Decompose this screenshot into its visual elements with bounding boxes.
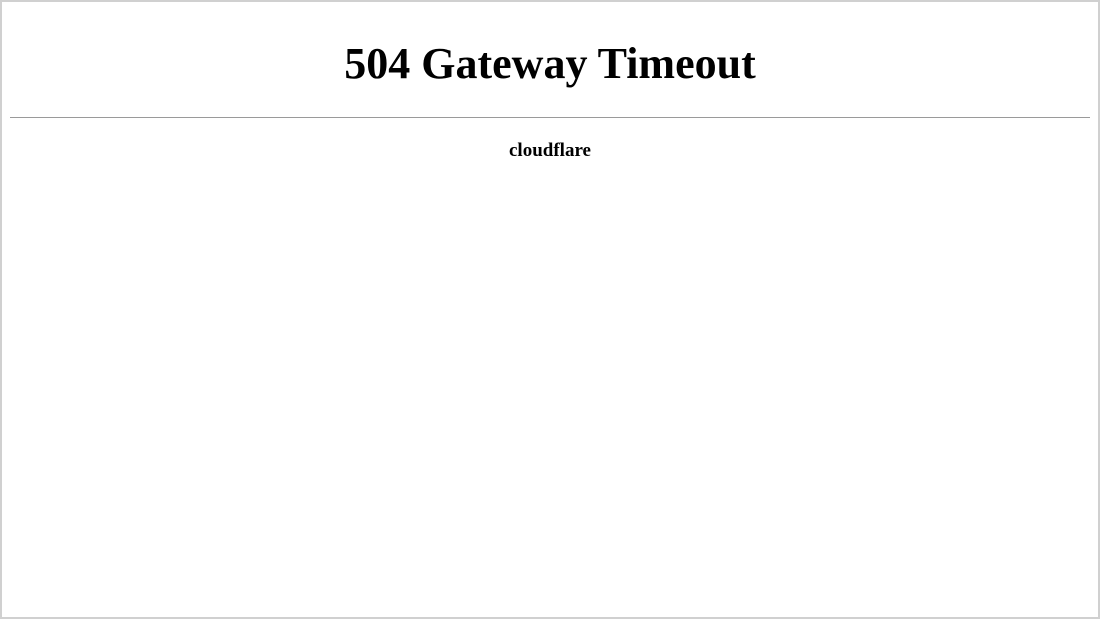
error-heading: 504 Gateway Timeout <box>10 38 1090 89</box>
error-page: 504 Gateway Timeout cloudflare <box>2 2 1098 170</box>
provider-label: cloudflare <box>10 140 1090 162</box>
horizontal-rule <box>10 117 1090 118</box>
